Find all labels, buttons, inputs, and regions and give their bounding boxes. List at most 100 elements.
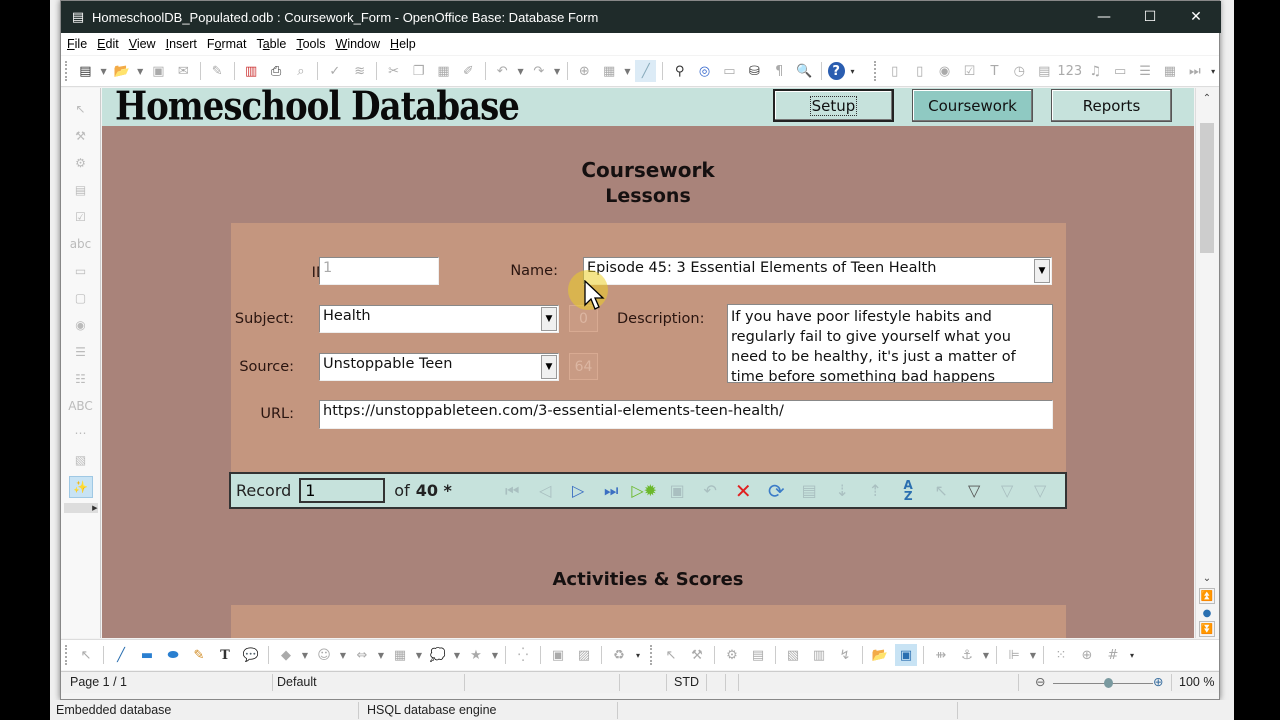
save-icon[interactable]: ▣	[148, 60, 169, 82]
scrollbar-thumb[interactable]	[1200, 123, 1214, 253]
vertical-scrollbar[interactable]: ⌃ ⌄ ⏫ ● ⏬	[1195, 88, 1218, 638]
print-icon[interactable]: ⎙	[266, 60, 287, 82]
edit-mode-icon[interactable]: ✎	[207, 60, 228, 82]
apply-filter-icon[interactable]: ▽	[993, 477, 1021, 505]
text-icon[interactable]: T	[214, 644, 236, 666]
push-button-icon[interactable]: ▢	[69, 287, 93, 309]
minimize-button[interactable]: —	[1081, 1, 1127, 33]
previous-page-icon[interactable]: ⏫	[1199, 588, 1215, 604]
previous-record-icon[interactable]: ◁	[531, 477, 559, 505]
open-dropdown-icon[interactable]: ▼	[136, 60, 144, 82]
form-navigator-icon[interactable]: ▧	[69, 449, 93, 471]
alignment-icon[interactable]: ⊫	[1003, 644, 1025, 666]
form-filter-icon[interactable]: ▽	[960, 477, 988, 505]
id-field[interactable]: 1	[319, 257, 439, 285]
form-properties-icon[interactable]: ▤	[747, 644, 769, 666]
form-design-icon[interactable]: ▤	[69, 179, 93, 201]
description-textarea[interactable]: If you have poor lifestyle habits and re…	[727, 304, 1053, 383]
page-style[interactable]: Default	[277, 675, 317, 689]
maximize-button[interactable]: ☐	[1127, 1, 1173, 33]
flowchart-icon[interactable]: ▦	[389, 644, 411, 666]
form-control-icon[interactable]: ⏭	[1184, 60, 1205, 82]
zoom-slider-track[interactable]	[1053, 683, 1153, 684]
checkbox-icon[interactable]: ☑	[69, 206, 93, 228]
next-record-icon[interactable]: ▷	[564, 477, 592, 505]
freeform-icon[interactable]: ✎	[188, 644, 210, 666]
formatting-marks-icon[interactable]: ¶	[769, 60, 790, 82]
shapes-dropdown-icon[interactable]: ▼	[453, 644, 461, 666]
symbol-shapes-icon[interactable]: ☺	[313, 644, 335, 666]
callouts-icon[interactable]: 💭	[427, 644, 449, 666]
last-record-icon[interactable]: ⏭	[597, 477, 625, 505]
new-dropdown-icon[interactable]: ▼	[100, 60, 108, 82]
shapes-dropdown-icon[interactable]: ▼	[339, 644, 347, 666]
anchor-dropdown-icon[interactable]: ▼	[982, 644, 990, 666]
stars-icon[interactable]: ★	[465, 644, 487, 666]
find-replace-icon[interactable]: ⚲	[669, 60, 690, 82]
toolbar-overflow-icon[interactable]: ▾	[1128, 644, 1136, 666]
toolbar-overflow-icon[interactable]: ▾	[849, 60, 857, 82]
toolbar-grip[interactable]	[650, 645, 654, 665]
shapes-dropdown-icon[interactable]: ▼	[491, 644, 499, 666]
fontwork-icon[interactable]: ▣	[547, 644, 569, 666]
redo-icon[interactable]: ↷	[528, 60, 549, 82]
ellipse-icon[interactable]: ⬬	[162, 644, 184, 666]
shapes-dropdown-icon[interactable]: ▼	[377, 644, 385, 666]
control-wizard-icon[interactable]: ⚙	[69, 152, 93, 174]
shapes-dropdown-icon[interactable]: ▼	[415, 644, 423, 666]
menu-tools[interactable]: Tools	[291, 37, 330, 51]
tab-order-icon[interactable]: ▧	[782, 644, 804, 666]
print-preview-icon[interactable]: ⌕	[290, 60, 311, 82]
menu-help[interactable]: Help	[385, 37, 421, 51]
zoom-level[interactable]: 100 %	[1179, 675, 1214, 689]
zoom-in-icon[interactable]: ⊕	[1153, 674, 1163, 689]
sort-icon[interactable]: AZ	[894, 477, 922, 505]
navigation-icon[interactable]: ●	[1199, 605, 1215, 621]
form-navigator-icon[interactable]: 📂	[869, 644, 891, 666]
extrusion-icon[interactable]: ♻	[608, 644, 630, 666]
hyperlink-icon[interactable]: ⊕	[574, 60, 595, 82]
combo-box-icon[interactable]: ☷	[69, 368, 93, 390]
refresh-control-icon[interactable]: ▤	[795, 477, 823, 505]
numeric-field-icon[interactable]: 123	[1057, 60, 1082, 82]
export-pdf-icon[interactable]: ▥	[241, 60, 262, 82]
callout-icon[interactable]: 💬	[240, 644, 262, 666]
form-control-icon[interactable]: ☑	[959, 60, 980, 82]
coursework-button[interactable]: Coursework	[912, 89, 1033, 122]
form-control-icon[interactable]: ◷	[1009, 60, 1030, 82]
label-field-icon[interactable]: ABC	[68, 395, 93, 417]
table-icon[interactable]: ▦	[599, 60, 620, 82]
scroll-up-icon[interactable]: ⌃	[1199, 90, 1215, 106]
menu-table[interactable]: Table	[251, 37, 291, 51]
save-record-icon[interactable]: ▣	[663, 477, 691, 505]
menu-view[interactable]: View	[124, 37, 161, 51]
undo-icon[interactable]: ↶	[492, 60, 513, 82]
form-control-icon[interactable]: ☰	[1135, 60, 1156, 82]
alignment-dropdown-icon[interactable]: ▼	[1029, 644, 1037, 666]
open-design-mode-icon[interactable]: ▣	[895, 644, 917, 666]
zoom-icon[interactable]: 🔍	[794, 60, 815, 82]
helplines-icon[interactable]: ⊕	[1076, 644, 1098, 666]
points-icon[interactable]: ⁛	[512, 644, 534, 666]
block-arrows-icon[interactable]: ⇔	[351, 644, 373, 666]
new-record-icon[interactable]: ▷✹	[630, 477, 658, 505]
copy-icon[interactable]: ❐	[408, 60, 429, 82]
list-box-icon[interactable]: ☰	[69, 341, 93, 363]
paste-icon[interactable]: ▦	[433, 60, 454, 82]
toolbar-overflow-icon[interactable]: ▾	[634, 644, 642, 666]
display-grid-icon[interactable]: ⁙	[1050, 644, 1072, 666]
form-control-icon[interactable]: ▦	[1159, 60, 1180, 82]
gallery-icon[interactable]: ▭	[719, 60, 740, 82]
reports-button[interactable]: Reports	[1051, 89, 1172, 122]
help-icon[interactable]: ?	[827, 62, 845, 80]
form-control-icon[interactable]: ▯	[884, 60, 905, 82]
subject-dropdown-icon[interactable]: ▼	[541, 307, 557, 331]
redo-dropdown-icon[interactable]: ▼	[553, 60, 561, 82]
menu-edit[interactable]: Edit	[92, 37, 124, 51]
position-size-icon[interactable]: ⇻	[930, 644, 952, 666]
first-record-icon[interactable]: ⏮	[498, 477, 526, 505]
refresh-icon[interactable]: ⟳	[762, 477, 790, 505]
from-file-icon[interactable]: ▨	[573, 644, 595, 666]
select-icon[interactable]: ↖	[75, 644, 97, 666]
design-mode-icon[interactable]: ⚒	[69, 125, 93, 147]
